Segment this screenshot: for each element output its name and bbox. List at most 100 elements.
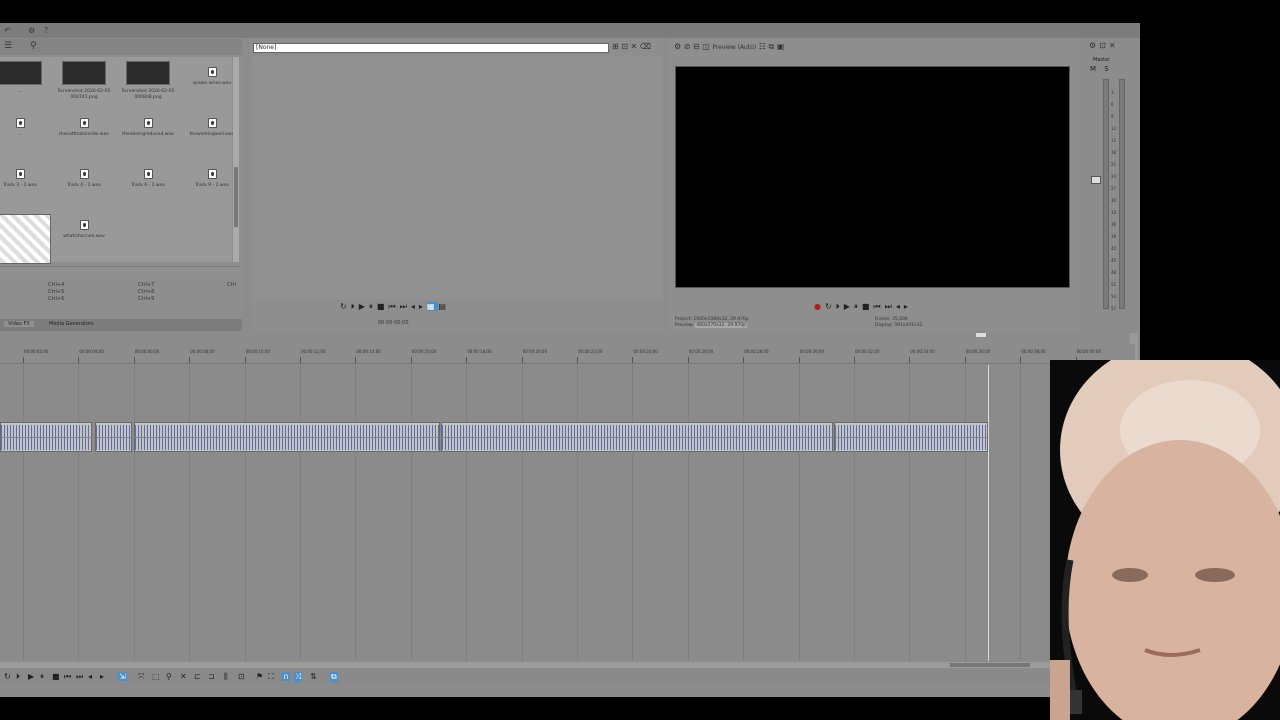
trimmer-edit-icon[interactable]: ⊡ bbox=[621, 42, 628, 51]
snapping-icon[interactable]: ∩ bbox=[282, 672, 290, 681]
loop-playback-icon[interactable]: ↻ bbox=[4, 672, 11, 681]
region-icon[interactable]: ⛶ bbox=[268, 672, 274, 682]
prev-icon[interactable]: ◂ bbox=[411, 302, 419, 311]
tab-media-generators[interactable]: Media Generators bbox=[45, 321, 98, 327]
goto-start-timeline-icon[interactable]: ⏮ bbox=[64, 672, 71, 682]
media-item[interactable]: Track 6 - 1.wav bbox=[116, 163, 180, 189]
search-icon[interactable]: ⚲ bbox=[30, 41, 37, 51]
split-icon[interactable]: ⫼ bbox=[224, 672, 228, 682]
trimmer-mode-icon[interactable]: ▦ bbox=[426, 302, 439, 311]
audio-event-clip[interactable] bbox=[441, 422, 833, 452]
play-from-start-icon[interactable]: ⏵ bbox=[351, 302, 359, 311]
media-scrollbar[interactable] bbox=[233, 57, 239, 262]
preview-settings-icon[interactable]: ⚙ bbox=[674, 42, 681, 51]
help-icon[interactable]: ? bbox=[44, 26, 48, 35]
master-fader[interactable] bbox=[1091, 176, 1101, 184]
media-item[interactable]: Screenshot 2026-02-05 000808.png bbox=[116, 61, 180, 101]
next-icon[interactable]: ▸ bbox=[419, 302, 427, 311]
timeline-ruler[interactable]: 00:00:02;00 00:00:04;00 00:00:06;00 00:00:0… bbox=[0, 344, 1135, 364]
audio-event-clip[interactable] bbox=[0, 422, 92, 452]
overlays-icon[interactable]: ☷ bbox=[759, 42, 766, 51]
timeline-tracks[interactable] bbox=[0, 365, 1135, 661]
save-snapshot-icon[interactable]: ▣ bbox=[777, 42, 785, 51]
trim-start-icon[interactable]: ⊏ bbox=[194, 672, 201, 681]
play-icon[interactable]: ▶ bbox=[359, 302, 369, 311]
media-item[interactable]: thenbeingreduced.wav bbox=[116, 112, 180, 138]
trimmer-close-icon[interactable]: ✕ bbox=[631, 42, 638, 51]
tab-video-fx[interactable]: Video FX bbox=[4, 321, 34, 327]
mixer-close-icon[interactable]: ✕ bbox=[1109, 41, 1119, 50]
audio-event-clip[interactable] bbox=[134, 422, 440, 452]
media-item[interactable]: whatishocnee.wav bbox=[52, 214, 116, 240]
media-item[interactable]: ... bbox=[0, 112, 52, 138]
pause-timeline-icon[interactable]: ⏸ bbox=[40, 672, 44, 682]
ignore-grouping-icon[interactable]: ⧉ bbox=[330, 672, 338, 682]
timeline-horizontal-scrollbar[interactable] bbox=[0, 662, 1135, 668]
envelope-tool-icon[interactable]: ⤧ bbox=[138, 672, 144, 682]
prev-frame-timeline-icon[interactable]: ◂ bbox=[88, 672, 92, 681]
prev-frame-preview-icon[interactable]: ◂ bbox=[896, 302, 904, 311]
media-search-field[interactable] bbox=[0, 266, 240, 278]
pause-preview-icon[interactable]: ⏸ bbox=[854, 302, 862, 311]
record-icon[interactable]: ● bbox=[814, 302, 825, 311]
trimmer-source-select[interactable]: [None] bbox=[253, 43, 609, 53]
timeline-scroll-thumb[interactable] bbox=[950, 663, 1030, 667]
goto-end-timeline-icon[interactable]: ⏭ bbox=[76, 672, 83, 682]
marker-icon[interactable]: ⚑ bbox=[256, 672, 263, 681]
media-item[interactable]: ... bbox=[0, 61, 52, 95]
preview-fx-icon[interactable]: ⊘ bbox=[684, 42, 691, 51]
loop-preview-icon[interactable]: ↻ bbox=[825, 302, 836, 311]
play-from-start-timeline-icon[interactable]: ⏵ bbox=[16, 672, 20, 682]
playhead-cursor[interactable] bbox=[988, 365, 989, 661]
pause-icon[interactable]: ⏸ bbox=[369, 302, 377, 311]
waveform bbox=[1, 438, 91, 450]
next-frame-preview-icon[interactable]: ▸ bbox=[904, 302, 912, 311]
meter-tick-label: 27 bbox=[1111, 186, 1117, 191]
stop-preview-icon[interactable]: ■ bbox=[862, 302, 874, 311]
trimmer-view[interactable] bbox=[252, 57, 662, 299]
media-item[interactable]: Screenshot 2026-02-05 000741.png bbox=[52, 61, 116, 101]
media-item[interactable]: Track 3 - 1.wav bbox=[0, 163, 52, 189]
audio-event-clip[interactable] bbox=[834, 422, 988, 452]
trimmer-add-icon[interactable]: ⊞ bbox=[612, 42, 619, 51]
media-item[interactable]: thecatthatsinside.wav bbox=[52, 112, 116, 138]
mixer-props-icon[interactable]: ⊡ bbox=[1099, 41, 1109, 50]
tools-icon[interactable]: ⚙ bbox=[28, 26, 35, 35]
preview-screen[interactable] bbox=[675, 66, 1070, 288]
media-item[interactable]: Track 4 - 1.wav bbox=[52, 163, 116, 189]
media-scroll-thumb[interactable] bbox=[234, 167, 238, 227]
overlay-icon[interactable]: ◫ bbox=[702, 42, 710, 51]
play-preview-icon[interactable]: ▶ bbox=[844, 302, 854, 311]
copy-snapshot-icon[interactable]: ⧉ bbox=[768, 42, 774, 51]
selection-tool-icon[interactable]: ⬚ bbox=[152, 672, 160, 681]
stop-icon[interactable]: ■ bbox=[377, 302, 389, 311]
loop-region-marker[interactable] bbox=[975, 332, 987, 338]
loop-icon[interactable]: ↻ bbox=[340, 302, 351, 311]
goto-start-icon[interactable]: ⏮ bbox=[873, 302, 884, 311]
play-from-start-preview-icon[interactable]: ⏵ bbox=[836, 302, 844, 311]
timeline-gridline bbox=[964, 365, 966, 661]
lock-icon[interactable]: ⊡ bbox=[238, 672, 245, 681]
audio-event-clip[interactable] bbox=[95, 422, 132, 452]
mixer-settings-icon[interactable]: ⚙ bbox=[1089, 41, 1099, 50]
auto-ripple-icon[interactable]: ⤨ bbox=[294, 672, 303, 682]
next-frame-icon[interactable]: ⏭ bbox=[400, 302, 411, 311]
ruler-time-label: 00:00:40;00 bbox=[1076, 349, 1101, 354]
trim-end-icon[interactable]: ⊐ bbox=[208, 672, 215, 681]
trimmer-tool-icon[interactable]: ▤ bbox=[438, 302, 450, 311]
mute-solo[interactable]: M S bbox=[1090, 65, 1112, 73]
next-frame-timeline-icon[interactable]: ▸ bbox=[100, 672, 104, 681]
prev-frame-icon[interactable]: ⏮ bbox=[388, 302, 399, 311]
play-timeline-icon[interactable]: ▶ bbox=[28, 672, 34, 681]
undo-icon[interactable]: ↶ bbox=[4, 26, 11, 35]
delete-icon[interactable]: ✕ bbox=[180, 672, 187, 681]
preview-quality-select[interactable]: Preview (Auto) bbox=[712, 44, 756, 51]
goto-end-icon[interactable]: ⏭ bbox=[885, 302, 896, 311]
stop-timeline-icon[interactable]: ■ bbox=[52, 672, 60, 681]
lock-envelopes-icon[interactable]: ⇅ bbox=[310, 672, 317, 681]
trimmer-clear-icon[interactable]: ⌫ bbox=[640, 42, 651, 51]
zoom-tool-icon[interactable]: ⚲ bbox=[166, 672, 172, 681]
split-screen-icon[interactable]: ⊟ bbox=[693, 42, 700, 51]
normal-edit-tool-icon[interactable]: ⇲ bbox=[118, 672, 127, 681]
views-icon[interactable]: ☰ bbox=[4, 41, 12, 51]
